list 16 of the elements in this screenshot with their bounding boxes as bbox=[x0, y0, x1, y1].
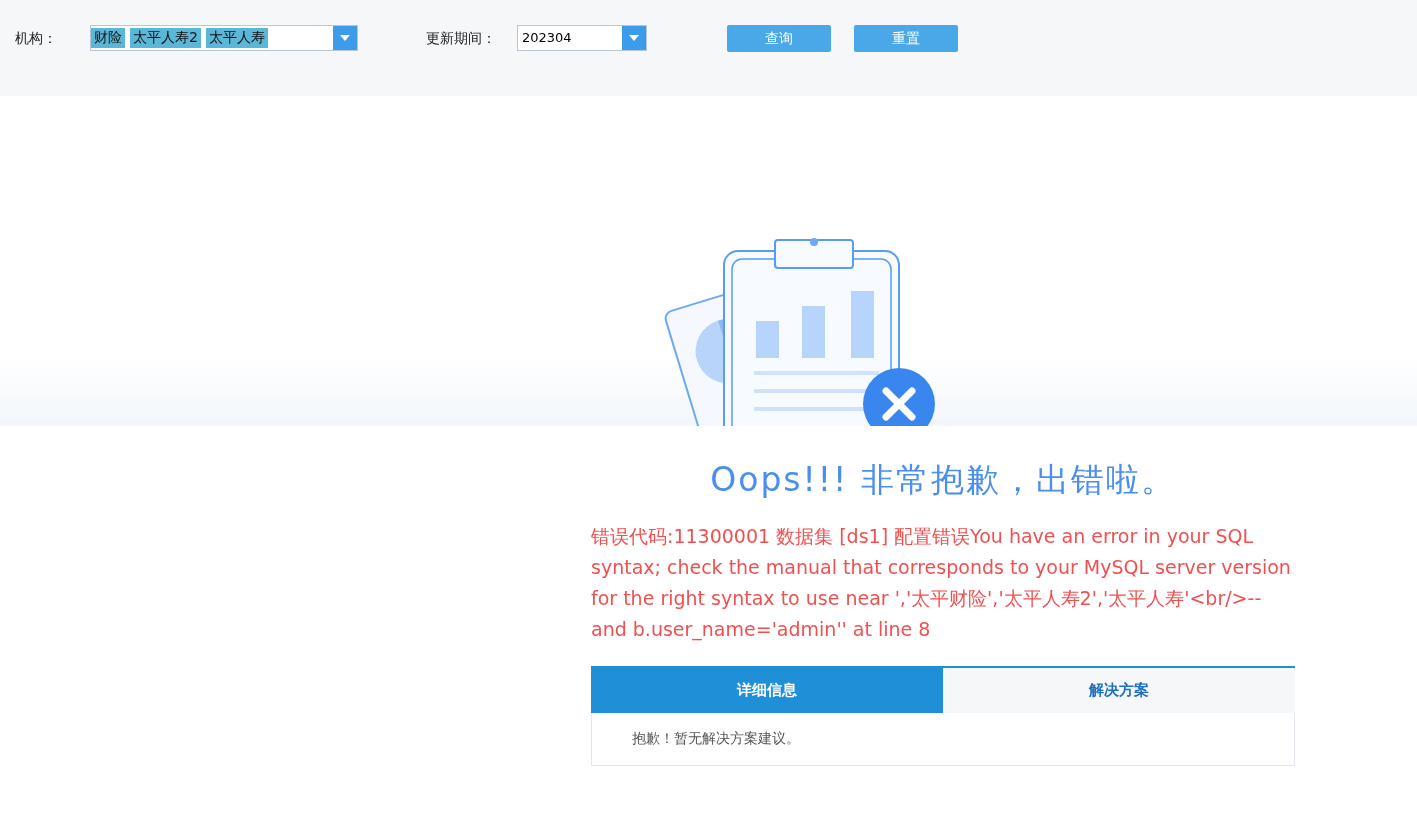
org-label: 机构： bbox=[15, 29, 58, 48]
dropdown-icon[interactable] bbox=[333, 26, 357, 50]
error-title: Oops!!! 非常抱歉，出错啦。 bbox=[709, 459, 1177, 501]
org-tag: 太平人寿2 bbox=[130, 28, 201, 48]
dropdown-icon[interactable] bbox=[622, 26, 646, 50]
org-select[interactable]: 财险 太平人寿2 太平人寿 bbox=[90, 25, 358, 51]
reset-button[interactable]: 重置 bbox=[854, 25, 958, 52]
period-select[interactable]: 202304 bbox=[517, 25, 647, 51]
tab[interactable]: 详细信息 bbox=[591, 668, 943, 713]
tab[interactable]: 解决方案 bbox=[943, 668, 1295, 713]
org-tag: 财险 bbox=[91, 28, 125, 48]
org-tag: 太平人寿 bbox=[205, 28, 268, 48]
error-message: 错误代码:11300001 数据集 [ds1] 配置错误You have an error in your SQL syntax; check the manual that corresponds to your MySQL server version for the right syntax to use near ','太平财险','太平人寿2','太平人寿'<br/>--and b.user_name='admin'' at line 8 bbox=[591, 524, 1292, 643]
period-label: 更新期间： bbox=[426, 29, 497, 48]
solution-text: 抱歉！暂无解决方案建议。 bbox=[632, 730, 800, 748]
query-button[interactable]: 查询 bbox=[727, 25, 831, 52]
